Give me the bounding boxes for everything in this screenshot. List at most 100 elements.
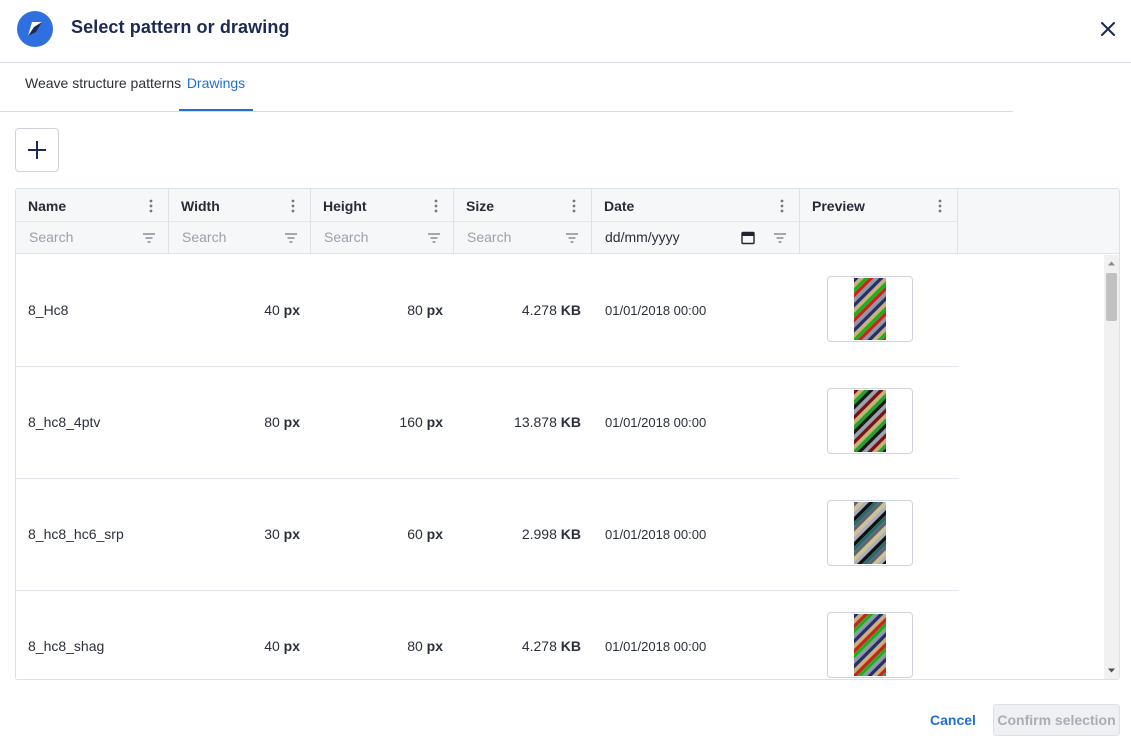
tab-weave-structure-patterns[interactable]: Weave structure patterns <box>25 63 181 111</box>
cell-date: 01/01/2018 00:00 <box>605 303 707 318</box>
unit-label: KB <box>560 414 581 430</box>
date-filter-input[interactable]: dd/mm/yyyy <box>605 229 680 245</box>
unit-label: px <box>283 414 300 430</box>
close-icon[interactable] <box>1096 17 1120 41</box>
preview-thumbnail[interactable] <box>827 612 913 678</box>
size-value: 2.998 <box>521 526 557 542</box>
height-value: 80 <box>407 302 423 318</box>
vertical-scrollbar[interactable] <box>1104 255 1119 679</box>
column-menu-icon[interactable] <box>429 198 443 214</box>
column-label: Date <box>604 198 635 214</box>
unit-label: KB <box>560 526 581 542</box>
height-value: 60 <box>407 526 423 542</box>
add-drawing-button[interactable] <box>15 128 59 172</box>
column-menu-icon[interactable] <box>567 198 581 214</box>
cell-name: 8_Hc8 <box>28 302 69 318</box>
column-menu-icon[interactable] <box>933 198 947 214</box>
unit-label: px <box>426 302 443 318</box>
filter-icon[interactable] <box>284 231 298 245</box>
filter-icon[interactable] <box>773 231 787 245</box>
column-header-date: Date <box>592 189 800 222</box>
cell-height: 80 px <box>311 255 443 366</box>
width-value: 30 <box>264 526 280 542</box>
filter-icon[interactable] <box>427 231 441 245</box>
column-header-width: Width <box>169 189 311 222</box>
name-search-input[interactable]: Search <box>29 229 73 245</box>
height-search-input[interactable]: Search <box>324 229 368 245</box>
unit-label: px <box>283 526 300 542</box>
scroll-up-arrow-icon[interactable] <box>1107 259 1116 268</box>
unit-label: px <box>426 414 443 430</box>
cell-height: 60 px <box>311 479 443 590</box>
cell-name: 8_hc8_4ptv <box>28 414 101 430</box>
dialog-title: Select pattern or drawing <box>71 17 290 37</box>
unit-label: px <box>426 526 443 542</box>
width-search-input[interactable]: Search <box>182 229 226 245</box>
column-label: Width <box>181 198 220 214</box>
cell-height: 80 px <box>311 591 443 679</box>
filter-name: Search <box>16 222 169 254</box>
cell-size: 4.278 KB <box>454 255 581 366</box>
preview-thumbnail[interactable] <box>827 276 913 342</box>
unit-label: px <box>283 638 300 654</box>
size-search-input[interactable]: Search <box>467 229 511 245</box>
column-menu-icon[interactable] <box>144 198 158 214</box>
column-header-height: Height <box>311 189 454 222</box>
plus-icon <box>28 141 46 159</box>
size-value: 4.278 <box>521 638 557 654</box>
cell-name: 8_hc8_hc6_srp <box>28 526 124 542</box>
cell-date: 01/01/2018 00:00 <box>605 639 707 654</box>
size-value: 13.878 <box>514 414 557 430</box>
column-menu-icon[interactable] <box>775 198 789 214</box>
column-label: Name <box>28 198 67 214</box>
pattern-preview-image <box>854 390 886 452</box>
dialog-header: Select pattern or drawing <box>0 0 1131 62</box>
scroll-down-arrow-icon[interactable] <box>1107 666 1116 675</box>
filter-preview <box>800 222 958 254</box>
cancel-button[interactable]: Cancel <box>922 706 984 734</box>
table-row[interactable]: 8_hc8_hc6_srp 30 px 60 px 2.998 KB 01/01… <box>16 479 959 591</box>
column-label: Size <box>466 198 495 214</box>
calendar-icon[interactable] <box>741 230 755 245</box>
scrollbar-thumb[interactable] <box>1106 273 1117 321</box>
height-value: 80 <box>407 638 423 654</box>
cell-width: 40 px <box>169 255 300 366</box>
drawings-table: Name Width Height Size Date Preview Sear… <box>15 188 1120 680</box>
cell-date: 01/01/2018 00:00 <box>605 415 707 430</box>
column-header-preview: Preview <box>800 189 958 222</box>
preview-thumbnail[interactable] <box>827 388 913 454</box>
width-value: 80 <box>264 414 280 430</box>
height-value: 160 <box>399 414 423 430</box>
cell-height: 160 px <box>311 367 443 478</box>
unit-label: KB <box>560 302 581 318</box>
table-body: 8_Hc8 40 px 80 px 4.278 KB 01/01/2018 00… <box>16 255 1103 679</box>
filter-size: Search <box>454 222 592 254</box>
column-header-name: Name <box>16 189 169 222</box>
preview-thumbnail[interactable] <box>827 500 913 566</box>
table-row[interactable]: 8_Hc8 40 px 80 px 4.278 KB 01/01/2018 00… <box>16 255 959 367</box>
tab-bar: Weave structure patterns Drawings <box>0 63 1013 111</box>
unit-label: KB <box>560 638 581 654</box>
filter-width: Search <box>169 222 311 254</box>
cell-size: 4.278 KB <box>454 591 581 679</box>
table-row[interactable]: 8_hc8_4ptv 80 px 160 px 13.878 KB 01/01/… <box>16 367 959 479</box>
pattern-preview-image <box>854 502 886 564</box>
column-menu-icon[interactable] <box>286 198 300 214</box>
app-logo-icon <box>17 11 53 47</box>
table-row[interactable]: 8_hc8_shag 40 px 80 px 4.278 KB 01/01/20… <box>16 591 959 679</box>
unit-label: px <box>283 302 300 318</box>
filter-icon[interactable] <box>565 231 579 245</box>
cell-size: 13.878 KB <box>454 367 581 478</box>
column-header-size: Size <box>454 189 592 222</box>
table-header: Name Width Height Size Date Preview Sear… <box>16 189 1119 254</box>
filter-date: dd/mm/yyyy <box>592 222 800 254</box>
tabs-divider <box>0 111 1013 112</box>
confirm-selection-button[interactable]: Confirm selection <box>993 704 1120 736</box>
filter-height: Search <box>311 222 454 254</box>
column-label: Height <box>323 198 367 214</box>
column-label: Preview <box>812 198 865 214</box>
tab-drawings[interactable]: Drawings <box>179 63 253 111</box>
filter-icon[interactable] <box>142 231 156 245</box>
width-value: 40 <box>264 302 280 318</box>
cell-width: 30 px <box>169 479 300 590</box>
